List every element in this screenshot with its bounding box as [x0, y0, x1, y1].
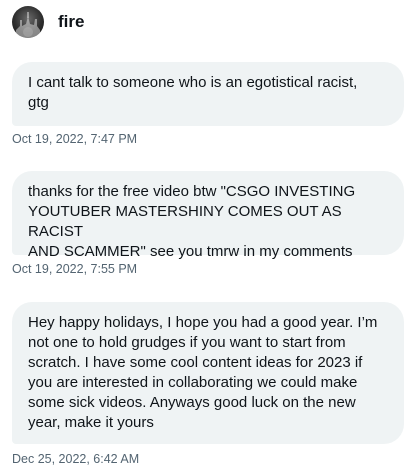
- conversation-header: fire: [12, 4, 84, 40]
- message-timestamp: Oct 19, 2022, 7:55 PM: [12, 262, 138, 276]
- contact-name[interactable]: fire: [58, 12, 84, 32]
- message-bubble[interactable]: I cant talk to someone who is an egotist…: [12, 62, 404, 126]
- message-timestamp: Oct 19, 2022, 7:47 PM: [12, 132, 138, 146]
- message-bubble[interactable]: thanks for the free video btw "CSGO INVE…: [12, 171, 404, 260]
- avatar[interactable]: [12, 6, 44, 38]
- avatar-icon: [16, 12, 40, 38]
- message-bubble[interactable]: Hey happy holidays, I hope you had a goo…: [12, 302, 404, 444]
- message-timestamp: Dec 25, 2022, 6:42 AM: [12, 452, 140, 466]
